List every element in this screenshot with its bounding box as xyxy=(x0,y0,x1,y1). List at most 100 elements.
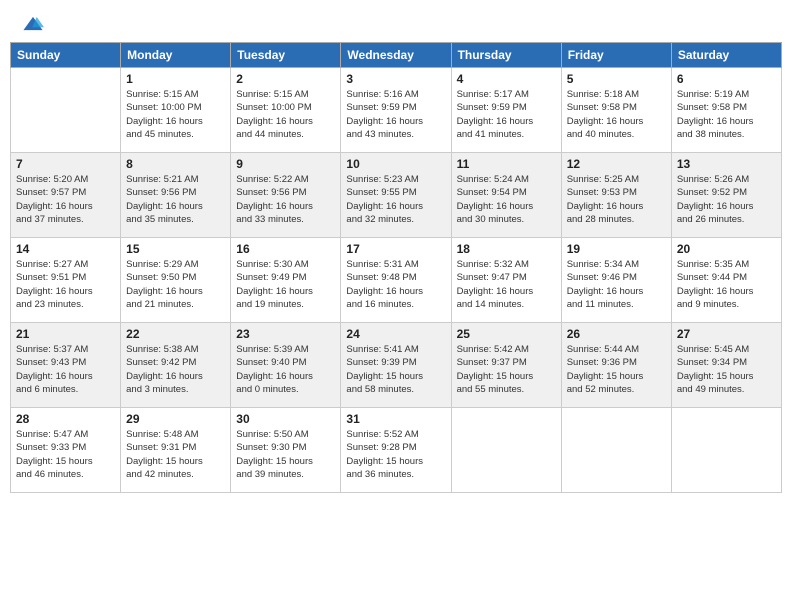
calendar-week-5: 28 Sunrise: 5:47 AMSunset: 9:33 PMDayligh… xyxy=(11,408,782,493)
day-number: 23 xyxy=(236,327,335,341)
calendar-cell: 20 Sunrise: 5:35 AMSunset: 9:44 PMDayligh… xyxy=(671,238,781,323)
day-info: Sunrise: 5:27 AMSunset: 9:51 PMDaylight:… xyxy=(16,258,115,311)
day-number: 14 xyxy=(16,242,115,256)
day-info: Sunrise: 5:21 AMSunset: 9:56 PMDaylight:… xyxy=(126,173,225,226)
calendar-cell: 10 Sunrise: 5:23 AMSunset: 9:55 PMDayligh… xyxy=(341,153,451,238)
day-info: Sunrise: 5:16 AMSunset: 9:59 PMDaylight:… xyxy=(346,88,445,141)
day-info: Sunrise: 5:38 AMSunset: 9:42 PMDaylight:… xyxy=(126,343,225,396)
calendar-header-tuesday: Tuesday xyxy=(231,43,341,68)
calendar-cell: 13 Sunrise: 5:26 AMSunset: 9:52 PMDayligh… xyxy=(671,153,781,238)
day-info: Sunrise: 5:29 AMSunset: 9:50 PMDaylight:… xyxy=(126,258,225,311)
day-number: 31 xyxy=(346,412,445,426)
logo xyxy=(18,14,44,36)
calendar-cell xyxy=(561,408,671,493)
calendar-week-2: 7Sunrise: 5:20 AMSunset: 9:57 PMDaylight… xyxy=(11,153,782,238)
day-info: Sunrise: 5:50 AMSunset: 9:30 PMDaylight:… xyxy=(236,428,335,481)
calendar-cell: 12 Sunrise: 5:25 AMSunset: 9:53 PMDayligh… xyxy=(561,153,671,238)
logo-icon xyxy=(22,14,44,36)
day-number: 17 xyxy=(346,242,445,256)
day-number: 26 xyxy=(567,327,666,341)
day-info: Sunrise: 5:17 AMSunset: 9:59 PMDaylight:… xyxy=(457,88,556,141)
day-number: 30 xyxy=(236,412,335,426)
calendar-header-wednesday: Wednesday xyxy=(341,43,451,68)
day-number: 8 xyxy=(126,157,225,171)
calendar-cell xyxy=(451,408,561,493)
calendar-cell: 28 Sunrise: 5:47 AMSunset: 9:33 PMDayligh… xyxy=(11,408,121,493)
day-number: 13 xyxy=(677,157,776,171)
day-info: Sunrise: 5:42 AMSunset: 9:37 PMDaylight:… xyxy=(457,343,556,396)
day-number: 18 xyxy=(457,242,556,256)
day-number: 12 xyxy=(567,157,666,171)
calendar-cell: 5 Sunrise: 5:18 AMSunset: 9:58 PMDaylight… xyxy=(561,68,671,153)
calendar-cell: 19 Sunrise: 5:34 AMSunset: 9:46 PMDayligh… xyxy=(561,238,671,323)
calendar-cell: 23 Sunrise: 5:39 AMSunset: 9:40 PMDayligh… xyxy=(231,323,341,408)
day-info: Sunrise: 5:26 AMSunset: 9:52 PMDaylight:… xyxy=(677,173,776,226)
calendar-cell: 18Sunrise: 5:32 AMSunset: 9:47 PMDayligh… xyxy=(451,238,561,323)
day-number: 19 xyxy=(567,242,666,256)
calendar-cell: 26 Sunrise: 5:44 AMSunset: 9:36 PMDayligh… xyxy=(561,323,671,408)
calendar-week-4: 21Sunrise: 5:37 AMSunset: 9:43 PMDayligh… xyxy=(11,323,782,408)
day-info: Sunrise: 5:31 AMSunset: 9:48 PMDaylight:… xyxy=(346,258,445,311)
day-info: Sunrise: 5:25 AMSunset: 9:53 PMDaylight:… xyxy=(567,173,666,226)
calendar-cell: 1Sunrise: 5:15 AMSunset: 10:00 PMDayligh… xyxy=(121,68,231,153)
calendar-header-row: SundayMondayTuesdayWednesdayThursdayFrid… xyxy=(11,43,782,68)
calendar-cell: 6 Sunrise: 5:19 AMSunset: 9:58 PMDaylight… xyxy=(671,68,781,153)
day-info: Sunrise: 5:18 AMSunset: 9:58 PMDaylight:… xyxy=(567,88,666,141)
day-info: Sunrise: 5:35 AMSunset: 9:44 PMDaylight:… xyxy=(677,258,776,311)
calendar-cell: 17 Sunrise: 5:31 AMSunset: 9:48 PMDayligh… xyxy=(341,238,451,323)
calendar-header-monday: Monday xyxy=(121,43,231,68)
calendar-cell: 15Sunrise: 5:29 AMSunset: 9:50 PMDayligh… xyxy=(121,238,231,323)
calendar-cell: 30 Sunrise: 5:50 AMSunset: 9:30 PMDayligh… xyxy=(231,408,341,493)
calendar-cell: 11 Sunrise: 5:24 AMSunset: 9:54 PMDayligh… xyxy=(451,153,561,238)
day-number: 29 xyxy=(126,412,225,426)
day-info: Sunrise: 5:39 AMSunset: 9:40 PMDaylight:… xyxy=(236,343,335,396)
day-number: 4 xyxy=(457,72,556,86)
day-info: Sunrise: 5:19 AMSunset: 9:58 PMDaylight:… xyxy=(677,88,776,141)
day-number: 28 xyxy=(16,412,115,426)
calendar-cell: 8 Sunrise: 5:21 AMSunset: 9:56 PMDaylight… xyxy=(121,153,231,238)
day-number: 11 xyxy=(457,157,556,171)
calendar-cell: 2 Sunrise: 5:15 AMSunset: 10:00 PMDayligh… xyxy=(231,68,341,153)
day-number: 27 xyxy=(677,327,776,341)
calendar-cell: 14 Sunrise: 5:27 AMSunset: 9:51 PMDayligh… xyxy=(11,238,121,323)
day-number: 2 xyxy=(236,72,335,86)
day-info: Sunrise: 5:15 AMSunset: 10:00 PMDaylight… xyxy=(126,88,225,141)
calendar-table: SundayMondayTuesdayWednesdayThursdayFrid… xyxy=(10,42,782,493)
calendar-cell xyxy=(671,408,781,493)
day-info: Sunrise: 5:47 AMSunset: 9:33 PMDaylight:… xyxy=(16,428,115,481)
calendar-cell: 3Sunrise: 5:16 AMSunset: 9:59 PMDaylight… xyxy=(341,68,451,153)
day-info: Sunrise: 5:30 AMSunset: 9:49 PMDaylight:… xyxy=(236,258,335,311)
day-info: Sunrise: 5:22 AMSunset: 9:56 PMDaylight:… xyxy=(236,173,335,226)
day-number: 25 xyxy=(457,327,556,341)
calendar-cell: 24Sunrise: 5:41 AMSunset: 9:39 PMDayligh… xyxy=(341,323,451,408)
day-number: 22 xyxy=(126,327,225,341)
calendar-cell: 21Sunrise: 5:37 AMSunset: 9:43 PMDayligh… xyxy=(11,323,121,408)
calendar-cell: 31 Sunrise: 5:52 AMSunset: 9:28 PMDayligh… xyxy=(341,408,451,493)
day-info: Sunrise: 5:48 AMSunset: 9:31 PMDaylight:… xyxy=(126,428,225,481)
calendar-cell: 9 Sunrise: 5:22 AMSunset: 9:56 PMDaylight… xyxy=(231,153,341,238)
day-info: Sunrise: 5:52 AMSunset: 9:28 PMDaylight:… xyxy=(346,428,445,481)
calendar-wrapper: SundayMondayTuesdayWednesdayThursdayFrid… xyxy=(0,42,792,503)
calendar-header-thursday: Thursday xyxy=(451,43,561,68)
day-info: Sunrise: 5:24 AMSunset: 9:54 PMDaylight:… xyxy=(457,173,556,226)
day-number: 7 xyxy=(16,157,115,171)
day-info: Sunrise: 5:34 AMSunset: 9:46 PMDaylight:… xyxy=(567,258,666,311)
calendar-cell: 25 Sunrise: 5:42 AMSunset: 9:37 PMDayligh… xyxy=(451,323,561,408)
calendar-cell: 16Sunrise: 5:30 AMSunset: 9:49 PMDayligh… xyxy=(231,238,341,323)
calendar-week-1: 1Sunrise: 5:15 AMSunset: 10:00 PMDayligh… xyxy=(11,68,782,153)
day-number: 10 xyxy=(346,157,445,171)
calendar-cell: 22 Sunrise: 5:38 AMSunset: 9:42 PMDayligh… xyxy=(121,323,231,408)
day-number: 6 xyxy=(677,72,776,86)
calendar-cell: 27Sunrise: 5:45 AMSunset: 9:34 PMDayligh… xyxy=(671,323,781,408)
day-info: Sunrise: 5:15 AMSunset: 10:00 PMDaylight… xyxy=(236,88,335,141)
calendar-week-3: 14 Sunrise: 5:27 AMSunset: 9:51 PMDayligh… xyxy=(11,238,782,323)
day-number: 5 xyxy=(567,72,666,86)
day-number: 9 xyxy=(236,157,335,171)
day-info: Sunrise: 5:44 AMSunset: 9:36 PMDaylight:… xyxy=(567,343,666,396)
calendar-cell: 4 Sunrise: 5:17 AMSunset: 9:59 PMDaylight… xyxy=(451,68,561,153)
page: SundayMondayTuesdayWednesdayThursdayFrid… xyxy=(0,0,792,612)
day-info: Sunrise: 5:37 AMSunset: 9:43 PMDaylight:… xyxy=(16,343,115,396)
calendar-cell xyxy=(11,68,121,153)
day-info: Sunrise: 5:23 AMSunset: 9:55 PMDaylight:… xyxy=(346,173,445,226)
day-number: 20 xyxy=(677,242,776,256)
